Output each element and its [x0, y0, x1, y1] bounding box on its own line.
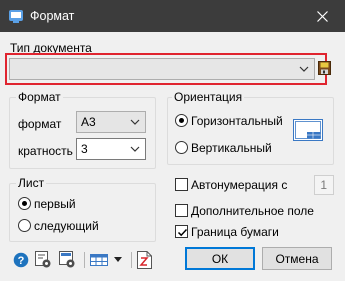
- format-group-title: Формат: [16, 90, 63, 104]
- table-icon: [90, 254, 108, 266]
- settings-icon[interactable]: [35, 251, 52, 269]
- sheet-next-radio[interactable]: [18, 219, 31, 232]
- orientation-vertical-label[interactable]: Вертикальный: [191, 141, 272, 155]
- sheet-first-radio[interactable]: [18, 197, 31, 210]
- format-label: формат: [18, 117, 62, 131]
- table-dropdown-button[interactable]: [90, 252, 126, 268]
- orientation-horizontal-radio[interactable]: [175, 114, 188, 127]
- orientation-vertical-radio[interactable]: [175, 141, 188, 154]
- chevron-down-icon: [130, 119, 140, 125]
- checkmark-icon: [177, 228, 188, 237]
- floppy-save-icon[interactable]: [318, 61, 331, 75]
- chevron-down-icon: [299, 66, 309, 72]
- toolbar-divider: [84, 252, 85, 268]
- autonumbering-checkbox[interactable]: [175, 178, 188, 191]
- cancel-button[interactable]: Отмена: [262, 247, 332, 270]
- sheet-group-title: Лист: [16, 176, 47, 190]
- autonumbering-label[interactable]: Автонумерация с: [191, 178, 287, 192]
- help-icon[interactable]: ?: [13, 252, 29, 268]
- caret-down-icon: [114, 257, 122, 262]
- chevron-down-icon: [130, 146, 140, 152]
- extra-field-checkbox[interactable]: [175, 204, 188, 217]
- window-title: Формат: [30, 9, 75, 23]
- multiplicity-value: 3: [81, 142, 88, 156]
- multiplicity-select[interactable]: 3: [76, 138, 146, 160]
- doc-type-select[interactable]: [9, 58, 315, 80]
- ok-button[interactable]: ОК: [185, 247, 255, 270]
- sheet-next-label[interactable]: следующий: [34, 219, 99, 233]
- title-bar: Формат: [0, 0, 345, 32]
- format-value: А3: [81, 115, 96, 129]
- close-icon: [316, 10, 328, 22]
- toolbar-divider: [131, 252, 132, 268]
- sheet-first-label[interactable]: первый: [34, 197, 76, 211]
- format-select[interactable]: А3: [76, 111, 146, 133]
- app-icon: [9, 10, 23, 23]
- paper-border-checkbox[interactable]: [175, 225, 188, 238]
- sheet-group: [9, 183, 156, 242]
- landscape-sheet-icon: [293, 119, 323, 141]
- autonumbering-start-input[interactable]: 1: [314, 175, 334, 195]
- orientation-horizontal-label[interactable]: Горизонтальный: [191, 114, 283, 128]
- extra-field-label[interactable]: Дополнительное поле: [191, 204, 314, 218]
- close-button[interactable]: [299, 0, 345, 32]
- sheet-settings-icon[interactable]: [59, 251, 76, 269]
- multiplicity-label: кратность: [18, 144, 73, 158]
- paper-border-label[interactable]: Граница бумаги: [191, 225, 279, 239]
- svg-text:?: ?: [18, 255, 25, 267]
- orientation-group-title: Ориентация: [172, 90, 245, 104]
- document-icon[interactable]: [137, 251, 152, 269]
